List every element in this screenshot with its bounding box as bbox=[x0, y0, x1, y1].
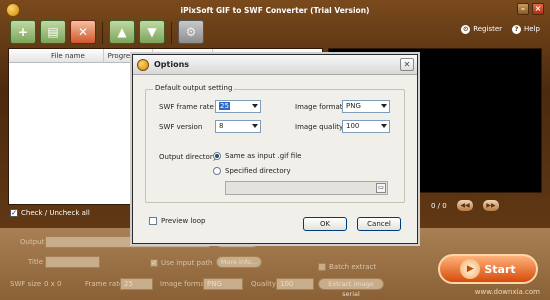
preview-loop-checkbox[interactable] bbox=[149, 217, 157, 225]
move-up-button[interactable]: ▲ bbox=[109, 20, 135, 44]
folder-browse-icon[interactable]: ▭ bbox=[376, 183, 386, 193]
frame-rate-select[interactable]: 25 bbox=[120, 278, 153, 290]
chevron-down-icon bbox=[381, 124, 387, 128]
radio-same-as-input[interactable]: Same as input .gif file bbox=[213, 152, 301, 160]
batch-extract-checkbox[interactable] bbox=[318, 263, 326, 271]
move-down-button[interactable]: ▼ bbox=[139, 20, 165, 44]
use-input-path-checkbox[interactable]: ✓ bbox=[150, 259, 158, 267]
swf-size-label: SWF size bbox=[10, 280, 42, 288]
image-format-label: Image format bbox=[160, 280, 208, 288]
swf-frame-rate-value: 25 bbox=[219, 102, 230, 110]
image-format-select[interactable]: PNG bbox=[203, 278, 243, 290]
check-all-toggle[interactable]: ✓ Check / Uncheck all bbox=[10, 209, 90, 217]
arrow-up-icon: ▲ bbox=[117, 25, 127, 39]
output-label: Output bbox=[20, 238, 45, 246]
swf-version-label: SWF version bbox=[159, 123, 203, 131]
register-link[interactable]: ⚙ Register bbox=[461, 25, 502, 34]
image-quality-select[interactable]: 100 bbox=[342, 120, 390, 133]
next-icon: ▶▶ bbox=[486, 202, 496, 209]
check-all-label: Check / Uncheck all bbox=[21, 209, 90, 217]
dialog-logo-icon bbox=[137, 58, 149, 71]
quality-label: Quality bbox=[251, 280, 277, 288]
extract-image-serial-button[interactable]: Extract image serial bbox=[318, 278, 384, 298]
add-file-button[interactable]: + bbox=[10, 20, 36, 44]
app-logo-icon bbox=[6, 3, 20, 17]
gear-icon: ⚙ bbox=[185, 25, 197, 39]
toolbar: + ▤ ✕ ▲ ▼ ⚙ bbox=[10, 20, 204, 46]
minimize-icon[interactable]: – bbox=[517, 3, 529, 15]
cancel-button[interactable]: Cancel bbox=[357, 217, 401, 231]
use-input-path-toggle[interactable]: ✓ Use input path bbox=[150, 259, 212, 267]
title-field[interactable] bbox=[45, 256, 100, 268]
watermark: www.downxia.com bbox=[474, 288, 540, 296]
directory-path-field[interactable]: ▭ bbox=[225, 181, 388, 195]
swf-version-select[interactable]: 8 bbox=[215, 120, 261, 133]
chevron-down-icon bbox=[252, 124, 258, 128]
arrow-down-icon: ▼ bbox=[147, 25, 157, 39]
quality-select[interactable]: 100 bbox=[276, 278, 314, 290]
dialog-close-icon[interactable]: ✕ bbox=[400, 58, 414, 71]
start-label: Start bbox=[484, 262, 516, 276]
options-button[interactable]: ⚙ bbox=[178, 20, 204, 44]
title-label: Title bbox=[28, 258, 44, 266]
prev-frame-button[interactable]: ◀◀ bbox=[456, 199, 474, 212]
help-link[interactable]: ? Help bbox=[512, 25, 540, 34]
batch-extract-label: Batch extract bbox=[329, 263, 377, 271]
dialog-title-bar: Options bbox=[133, 55, 417, 75]
output-directory-label: Output directory bbox=[159, 153, 217, 161]
title-bar: iPixSoft GIF to SWF Converter (Trial Ver… bbox=[0, 0, 550, 20]
image-quality-value: 100 bbox=[346, 122, 360, 130]
start-button[interactable]: ▶ Start bbox=[438, 254, 538, 284]
frame-counter: 0 / 0 bbox=[431, 202, 447, 210]
group-label: Default output setting bbox=[153, 84, 235, 92]
toolbar-separator bbox=[171, 22, 172, 44]
use-input-path-label: Use input path bbox=[161, 259, 213, 267]
chevron-down-icon bbox=[252, 104, 258, 108]
help-icon: ? bbox=[512, 25, 522, 34]
preview-loop-toggle[interactable]: Preview loop bbox=[149, 217, 205, 225]
radio-specified-directory[interactable]: Specified directory bbox=[213, 167, 291, 175]
radio-specified-indicator[interactable] bbox=[213, 167, 221, 175]
prev-icon: ◀◀ bbox=[460, 202, 470, 209]
remove-icon: ✕ bbox=[77, 25, 89, 39]
dialog-title: Options bbox=[154, 60, 190, 69]
add-folder-button[interactable]: ▤ bbox=[40, 20, 66, 44]
top-links: ⚙ Register ? Help bbox=[461, 25, 540, 34]
swf-version-value: 8 bbox=[219, 122, 224, 130]
swf-size-value: 0 x 0 bbox=[44, 280, 62, 288]
register-label: Register bbox=[473, 25, 503, 33]
radio-specified-label: Specified directory bbox=[225, 167, 291, 175]
image-quality-label: Image quality bbox=[295, 123, 344, 131]
play-icon: ▶ bbox=[460, 259, 481, 279]
options-dialog: Options ✕ Default output setting SWF fra… bbox=[132, 54, 418, 244]
app-title: iPixSoft GIF to SWF Converter (Trial Ver… bbox=[180, 5, 370, 15]
image-format-label: Image format bbox=[295, 103, 343, 111]
chevron-down-icon bbox=[381, 104, 387, 108]
radio-same-label: Same as input .gif file bbox=[225, 152, 302, 160]
image-format-select[interactable]: PNG bbox=[342, 100, 390, 113]
close-window-icon[interactable]: × bbox=[532, 3, 544, 15]
toolbar-separator bbox=[102, 22, 103, 44]
column-file-name[interactable]: File name bbox=[9, 49, 104, 62]
next-frame-button[interactable]: ▶▶ bbox=[482, 199, 500, 212]
help-label: Help bbox=[524, 25, 540, 33]
swf-frame-rate-select[interactable]: 25 bbox=[215, 100, 261, 113]
add-folder-icon: ▤ bbox=[47, 25, 59, 39]
batch-extract-toggle[interactable]: Batch extract bbox=[318, 263, 376, 271]
image-format-value: PNG bbox=[346, 102, 361, 110]
add-file-icon: + bbox=[17, 25, 29, 39]
remove-button[interactable]: ✕ bbox=[70, 20, 96, 44]
register-icon: ⚙ bbox=[461, 25, 471, 34]
radio-same-indicator[interactable] bbox=[213, 152, 221, 160]
more-info-button[interactable]: More info... bbox=[216, 256, 262, 268]
window-controls: – × bbox=[517, 3, 544, 15]
frame-rate-label: Frame rate bbox=[85, 280, 124, 288]
check-all-checkbox[interactable]: ✓ bbox=[10, 209, 18, 217]
preview-loop-label: Preview loop bbox=[161, 217, 206, 225]
swf-frame-rate-label: SWF frame rate bbox=[159, 103, 214, 111]
ok-button[interactable]: OK bbox=[303, 217, 347, 231]
